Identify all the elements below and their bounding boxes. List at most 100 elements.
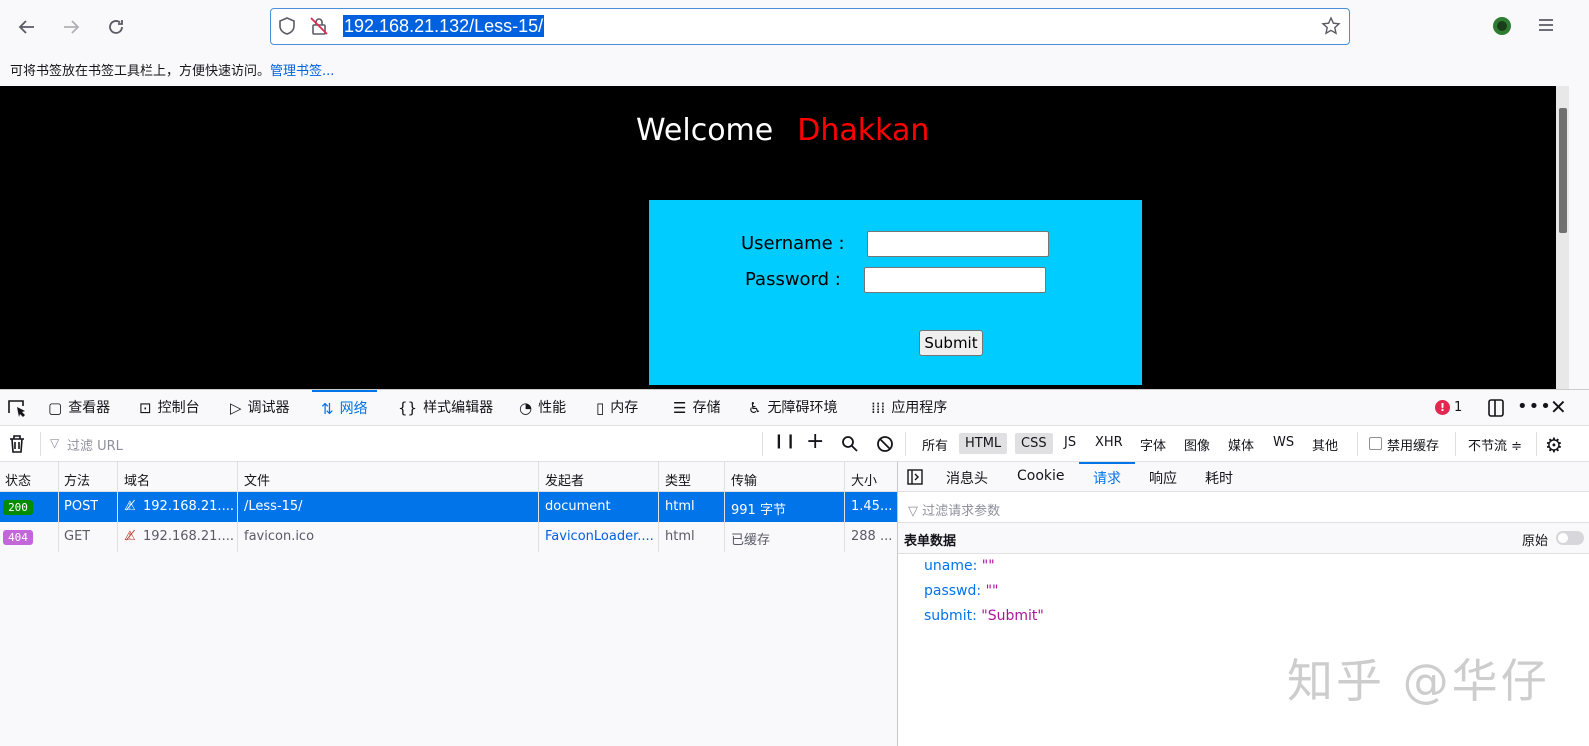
tab-performance[interactable]: ◔ 性能 bbox=[519, 390, 566, 426]
password-input[interactable] bbox=[864, 267, 1046, 293]
manage-bookmarks-link[interactable]: 管理书签... bbox=[270, 64, 334, 79]
bookmark-star-icon[interactable] bbox=[1321, 16, 1341, 40]
disable-cache-checkbox[interactable] bbox=[1369, 437, 1382, 450]
col-initiator[interactable]: 发起者 bbox=[545, 470, 584, 489]
separator bbox=[762, 432, 763, 456]
request-size: 288 ... bbox=[851, 529, 893, 544]
table-row[interactable]: 404 GET ⚠̸ 192.168.21.... favicon.ico Fa… bbox=[0, 522, 897, 552]
col-size[interactable]: 大小 bbox=[851, 470, 877, 489]
active-tab-indicator bbox=[1079, 462, 1135, 464]
filter-html[interactable]: HTML bbox=[959, 433, 1008, 454]
shield-icon[interactable] bbox=[277, 16, 297, 40]
filter-js[interactable]: JS bbox=[1064, 435, 1076, 450]
bookmarks-bar: 可将书签放在书签工具栏上，方便快速访问。管理书签... bbox=[0, 52, 1589, 86]
params-filter[interactable]: ▽ 过滤请求参数 bbox=[898, 492, 1589, 523]
raw-toggle[interactable] bbox=[1556, 531, 1584, 545]
tab-storage[interactable]: ☰ 存储 bbox=[673, 390, 720, 426]
menu-icon[interactable] bbox=[1537, 17, 1555, 37]
settings-gear-icon[interactable]: ⚙ bbox=[1545, 433, 1563, 457]
username-input[interactable] bbox=[867, 231, 1049, 257]
table-row[interactable]: 200 POST ⚠̸ 192.168.21.... /Less-15/ doc… bbox=[0, 492, 897, 522]
add-icon[interactable]: + bbox=[806, 429, 824, 454]
more-options-icon[interactable]: ••• bbox=[1517, 396, 1552, 417]
forward-arrow-icon[interactable] bbox=[58, 14, 84, 40]
url-filter-input[interactable]: 过滤 URL bbox=[67, 435, 123, 454]
trash-icon[interactable] bbox=[8, 434, 26, 458]
request-initiator: document bbox=[545, 499, 611, 514]
tab-network[interactable]: ⇅ 网络 bbox=[312, 390, 377, 426]
tab-headers[interactable]: 消息头 bbox=[946, 468, 988, 488]
request-size: 1.45... bbox=[851, 499, 893, 514]
col-method[interactable]: 方法 bbox=[64, 470, 90, 489]
col-type[interactable]: 类型 bbox=[665, 470, 691, 489]
form-param[interactable]: passwd: "" bbox=[924, 583, 998, 599]
tab-console[interactable]: ⊡ 控制台 bbox=[139, 390, 200, 426]
column-divider[interactable] bbox=[237, 462, 238, 552]
throttle-select[interactable]: 不节流 ≑ bbox=[1468, 435, 1522, 454]
col-transfer[interactable]: 传输 bbox=[731, 470, 757, 489]
column-divider[interactable] bbox=[844, 462, 845, 552]
form-data-section[interactable]: 表单数据 原始 bbox=[898, 523, 1589, 554]
tab-timings[interactable]: 耗时 bbox=[1205, 468, 1233, 488]
tab-style-editor[interactable]: {} 样式编辑器 bbox=[398, 390, 493, 426]
element-picker-icon[interactable] bbox=[6, 398, 28, 422]
column-divider[interactable] bbox=[58, 462, 59, 552]
reload-icon[interactable] bbox=[103, 14, 129, 40]
error-icon[interactable]: ! bbox=[1435, 400, 1450, 415]
params-filter-input[interactable]: 过滤请求参数 bbox=[922, 504, 1000, 519]
col-file[interactable]: 文件 bbox=[244, 470, 270, 489]
debugger-icon: ▷ bbox=[230, 399, 242, 417]
details-tabbar: 消息头 Cookie 请求 响应 耗时 bbox=[898, 462, 1589, 492]
filter-ws[interactable]: WS bbox=[1273, 435, 1294, 450]
tab-response[interactable]: 响应 bbox=[1149, 468, 1177, 488]
console-icon: ⊡ bbox=[139, 399, 152, 417]
request-type: html bbox=[665, 529, 695, 544]
insecure-lock-icon[interactable] bbox=[309, 16, 329, 40]
search-icon[interactable] bbox=[841, 435, 859, 457]
block-icon[interactable] bbox=[876, 435, 894, 457]
form-param[interactable]: uname: "" bbox=[924, 558, 995, 574]
filter-xhr[interactable]: XHR bbox=[1095, 435, 1123, 450]
filter-media[interactable]: 媒体 bbox=[1228, 435, 1254, 454]
tab-accessibility[interactable]: ♿ 无障碍环境 bbox=[748, 390, 837, 426]
filter-other[interactable]: 其他 bbox=[1312, 435, 1338, 454]
tab-cookie[interactable]: Cookie bbox=[1017, 468, 1065, 484]
toggle-sidebar-icon[interactable] bbox=[907, 469, 923, 489]
page-scrollbar-thumb[interactable] bbox=[1559, 108, 1567, 233]
filter-fonts[interactable]: 字体 bbox=[1140, 435, 1166, 454]
col-domain[interactable]: 域名 bbox=[124, 470, 150, 489]
col-status[interactable]: 状态 bbox=[5, 470, 31, 489]
tab-application[interactable]: ⁞⁞⁞ 应用程序 bbox=[871, 390, 947, 426]
tab-inspector[interactable]: ▢ 查看器 bbox=[48, 390, 110, 426]
memory-icon: ▯ bbox=[596, 399, 605, 417]
form-param[interactable]: submit: "Submit" bbox=[924, 608, 1044, 624]
responsive-mode-icon[interactable] bbox=[1487, 398, 1505, 422]
tab-debugger[interactable]: ▷ 调试器 bbox=[230, 390, 290, 426]
request-initiator[interactable]: FaviconLoader.... bbox=[545, 529, 655, 544]
url-bar[interactable]: 192.168.21.132/Less-15/ bbox=[270, 8, 1350, 45]
separator bbox=[1536, 432, 1537, 456]
devtools-tabbar: ▢ 查看器 ⊡ 控制台 ▷ 调试器 ⇅ 网络 {} 样式编辑器 ◔ 性能 ▯ 内存 ☰ 存储 ♿… bbox=[0, 389, 1589, 426]
extension-icon[interactable] bbox=[1492, 16, 1512, 40]
column-divider[interactable] bbox=[658, 462, 659, 552]
error-count[interactable]: 1 bbox=[1454, 400, 1462, 415]
tab-request[interactable]: 请求 bbox=[1093, 468, 1121, 488]
filter-all[interactable]: 所有 bbox=[922, 435, 948, 454]
separator bbox=[905, 432, 906, 456]
back-arrow-icon[interactable] bbox=[14, 14, 40, 40]
column-divider[interactable] bbox=[538, 462, 539, 552]
url-text[interactable]: 192.168.21.132/Less-15/ bbox=[343, 15, 545, 37]
column-divider[interactable] bbox=[117, 462, 118, 552]
request-transfer: 已缓存 bbox=[731, 533, 771, 548]
welcome-text: Welcome bbox=[636, 113, 774, 148]
filter-css[interactable]: CSS bbox=[1015, 433, 1053, 454]
disable-cache-label[interactable]: 禁用缓存 bbox=[1387, 435, 1439, 454]
tab-memory[interactable]: ▯ 内存 bbox=[596, 390, 638, 426]
submit-button[interactable]: Submit bbox=[919, 330, 983, 356]
raw-label[interactable]: 原始 bbox=[1522, 530, 1548, 549]
separator bbox=[1357, 432, 1358, 456]
close-devtools-icon[interactable]: ✕ bbox=[1550, 395, 1567, 419]
pause-icon[interactable]: ❙❙ bbox=[773, 433, 796, 449]
filter-images[interactable]: 图像 bbox=[1184, 435, 1210, 454]
column-divider[interactable] bbox=[724, 462, 725, 552]
